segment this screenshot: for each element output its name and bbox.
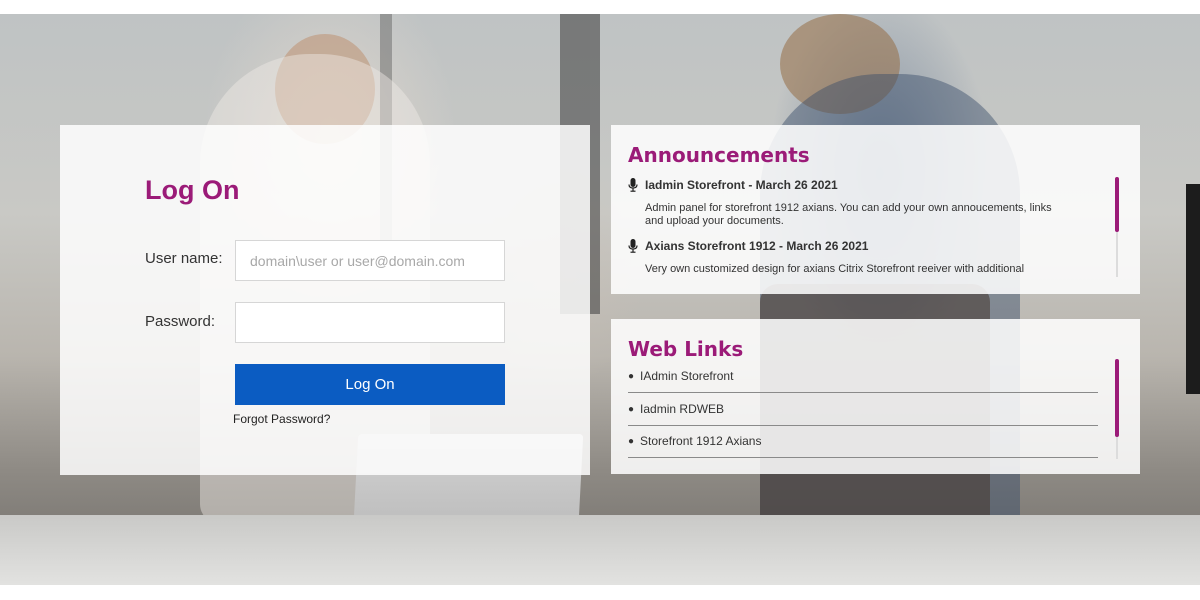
username-input[interactable]: [235, 240, 505, 281]
web-links-title: Web Links: [628, 337, 744, 361]
log-on-button[interactable]: Log On: [235, 364, 505, 405]
login-title: Log On: [145, 175, 240, 205]
password-label: Password:: [145, 313, 216, 330]
web-links-scrollbar[interactable]: [1115, 359, 1119, 437]
password-input[interactable]: [235, 302, 505, 343]
announcements-panel: Announcements Iadmin Storefront - March …: [611, 125, 1140, 294]
web-link-label: IAdmin Storefront: [640, 369, 734, 383]
announcements-scrollbar[interactable]: [1115, 177, 1119, 232]
bullet-icon: ●: [628, 370, 635, 382]
announcement-item: Axians Storefront 1912 - March 26 2021 V…: [628, 239, 1068, 276]
web-links-panel: Web Links ● IAdmin Storefront ● Iadmin R…: [611, 319, 1140, 474]
announcement-heading: Iadmin Storefront - March 26 2021: [645, 178, 838, 192]
bullet-icon: ●: [628, 435, 635, 447]
announcement-item: Iadmin Storefront - March 26 2021 Admin …: [628, 178, 1068, 228]
login-panel: Log On User name: Password: Log On Forgo…: [60, 125, 590, 475]
forgot-password-link[interactable]: Forgot Password?: [233, 412, 330, 426]
web-link-label: Iadmin RDWEB: [640, 402, 725, 416]
web-link-iadmin-storefront[interactable]: ● IAdmin Storefront: [628, 360, 1098, 393]
microphone-icon: [628, 178, 638, 192]
announcements-title: Announcements: [628, 143, 810, 167]
username-label: User name:: [145, 250, 223, 267]
announcement-body: Very own customized design for axians Ci…: [645, 263, 1025, 275]
announcement-body: Admin panel for storefront 1912 axians. …: [645, 202, 1052, 227]
web-link-label: Storefront 1912 Axians: [640, 434, 762, 448]
announcement-heading: Axians Storefront 1912 - March 26 2021: [645, 239, 869, 253]
web-link-iadmin-rdweb[interactable]: ● Iadmin RDWEB: [628, 393, 1098, 426]
web-link-storefront-1912-axians[interactable]: ● Storefront 1912 Axians: [628, 425, 1098, 458]
microphone-icon: [628, 239, 638, 253]
bullet-icon: ●: [628, 403, 635, 415]
